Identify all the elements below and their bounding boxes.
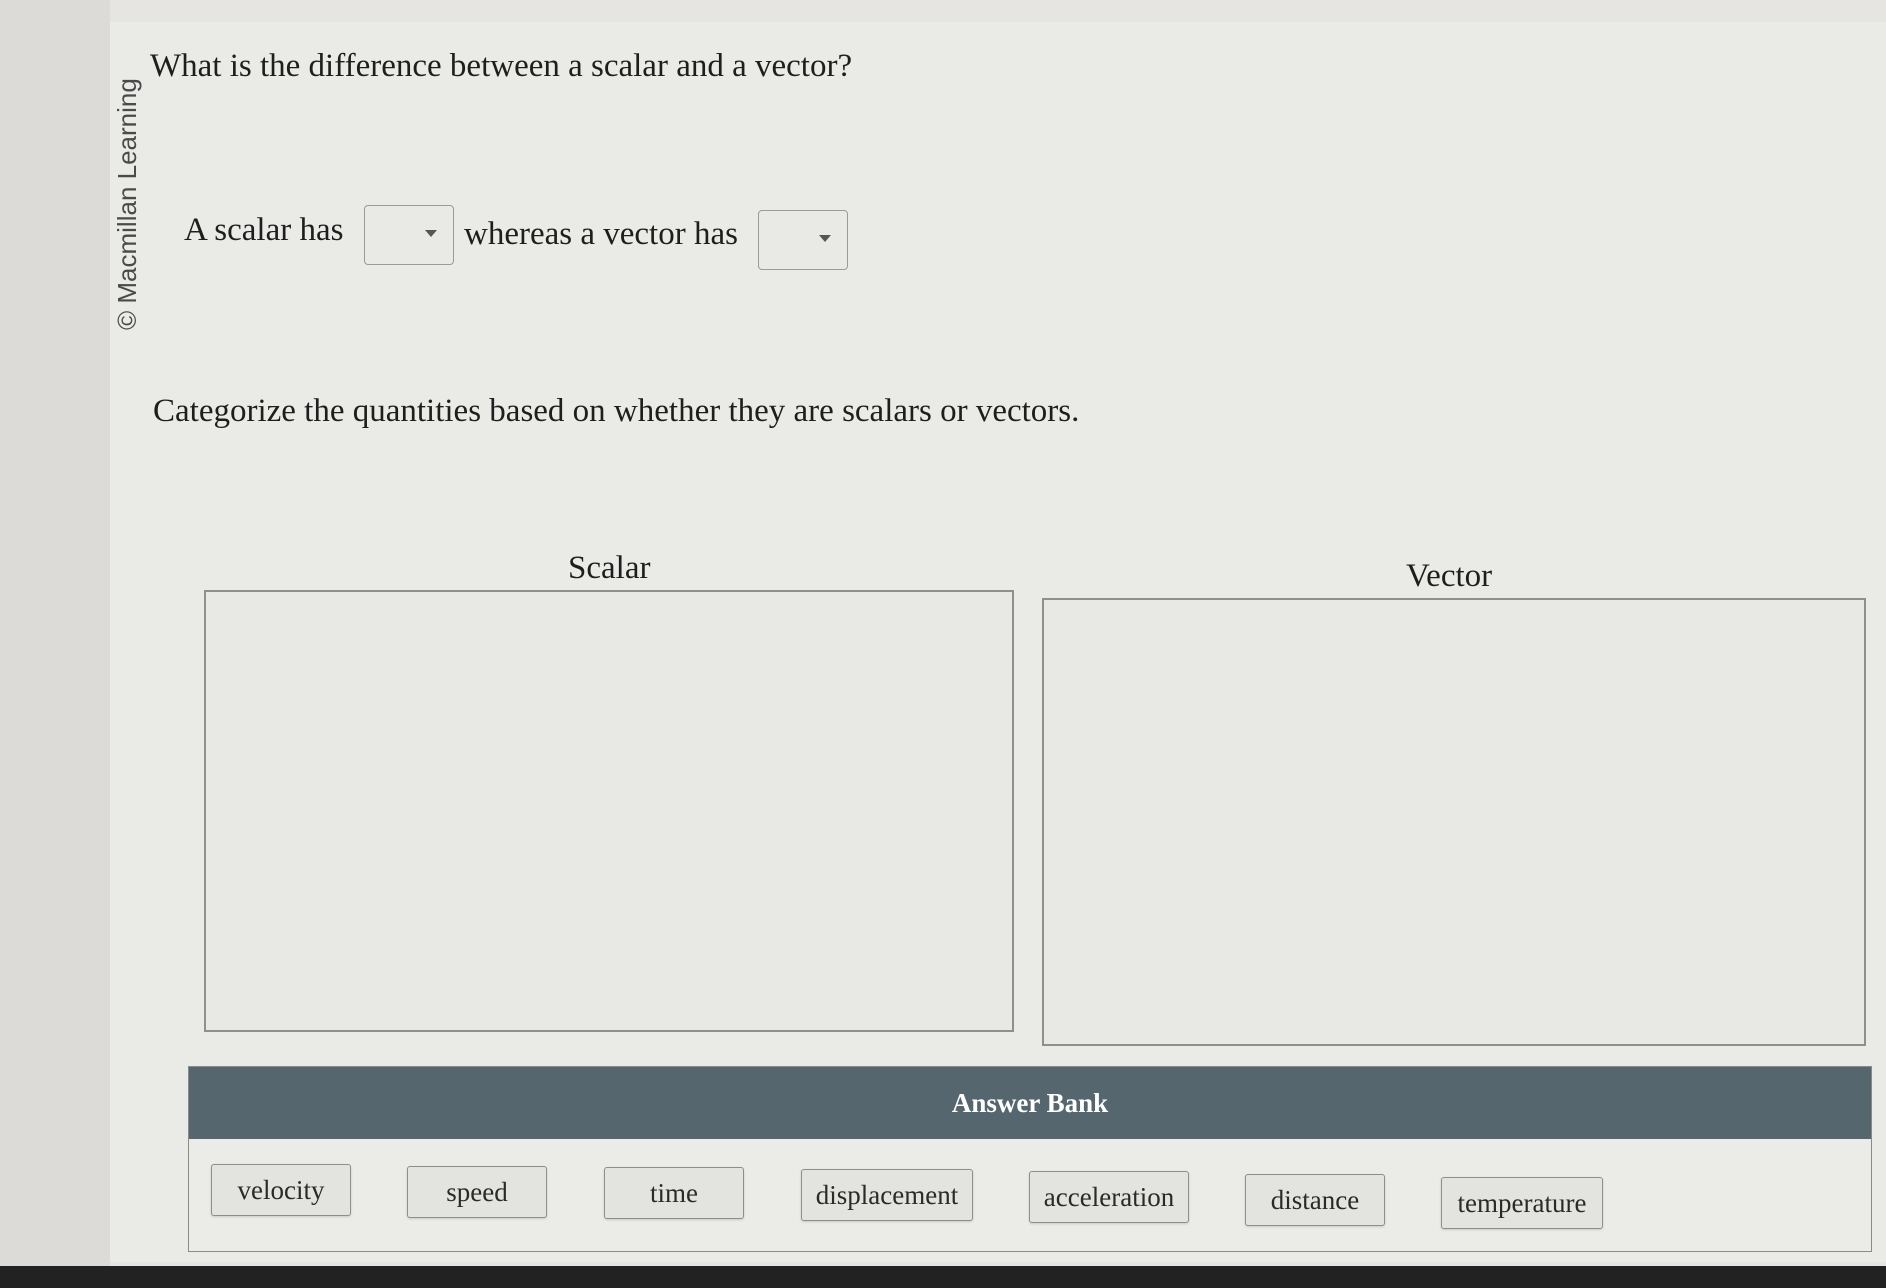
question-text: What is the difference between a scalar … [150, 48, 853, 84]
vector-drop-zone[interactable] [1042, 598, 1866, 1046]
chevron-down-icon [425, 230, 437, 237]
answer-chip-acceleration[interactable]: acceleration [1029, 1171, 1189, 1223]
answer-bank-header: Answer Bank [189, 1067, 1871, 1139]
vector-property-dropdown[interactable] [758, 210, 848, 270]
scalar-bin-title: Scalar [568, 550, 651, 586]
answer-bank: Answer Bank velocity speed time displace… [188, 1066, 1872, 1252]
answer-chip-distance[interactable]: distance [1245, 1174, 1385, 1226]
chevron-down-icon [819, 235, 831, 242]
left-margin [0, 0, 110, 1288]
sentence-part-1: A scalar has [184, 212, 344, 248]
answer-chip-displacement[interactable]: displacement [801, 1169, 973, 1221]
answer-chip-temperature[interactable]: temperature [1441, 1177, 1603, 1229]
answer-chip-time[interactable]: time [604, 1167, 744, 1219]
scalar-drop-zone[interactable] [204, 590, 1014, 1032]
screen-bottom-bezel [0, 1266, 1886, 1288]
answer-chip-speed[interactable]: speed [407, 1166, 547, 1218]
copyright-watermark: © Macmillan Learning [112, 78, 142, 330]
answer-bank-title: Answer Bank [951, 1088, 1109, 1118]
sentence-part-2: whereas a vector has [464, 216, 738, 252]
vector-bin-title: Vector [1406, 558, 1493, 594]
answer-chip-velocity[interactable]: velocity [211, 1164, 351, 1216]
instruction-text: Categorize the quantities based on wheth… [153, 393, 1080, 429]
scalar-property-dropdown[interactable] [364, 205, 454, 265]
